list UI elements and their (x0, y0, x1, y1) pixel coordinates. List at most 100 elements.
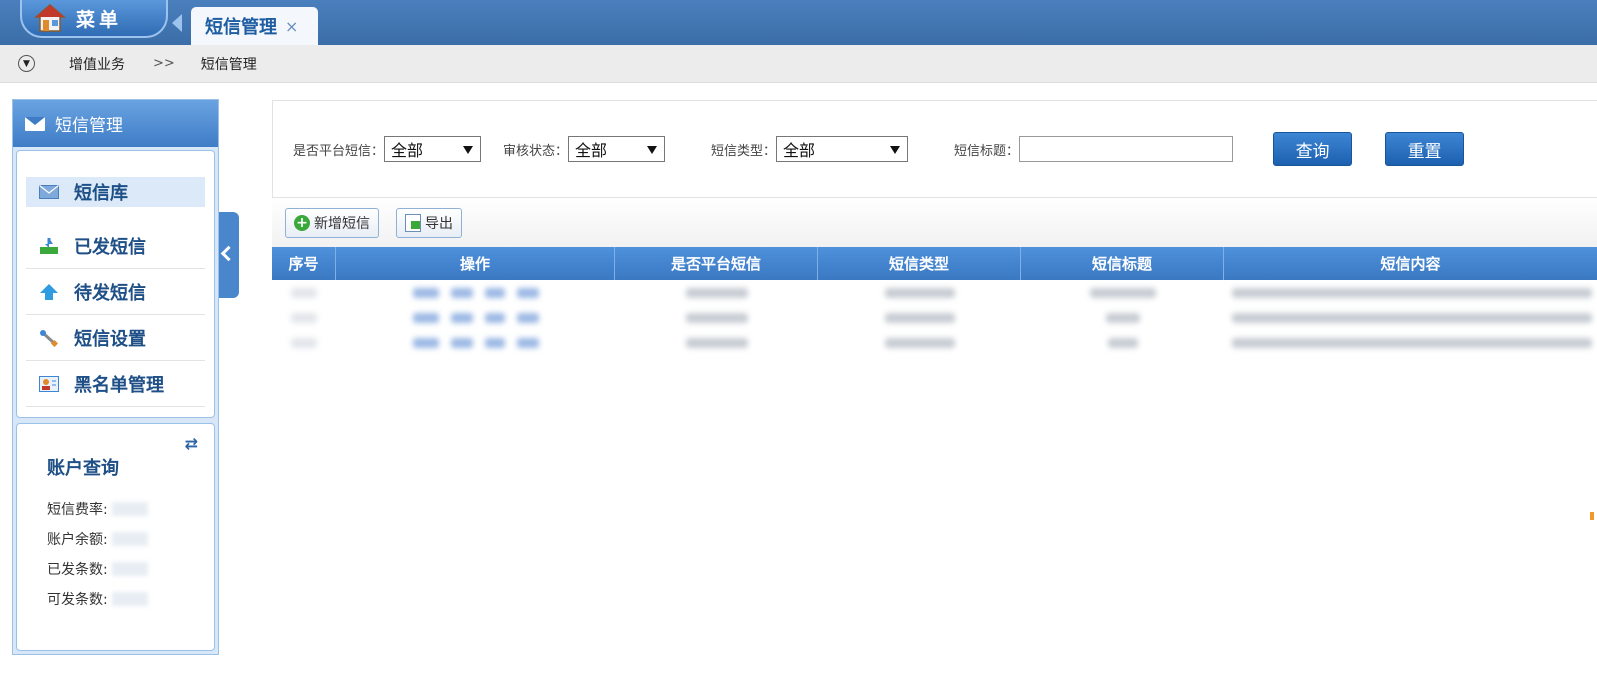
breadcrumb-separator: >> (153, 56, 175, 71)
table-row[interactable] (272, 305, 1597, 330)
redacted-cell (685, 287, 748, 298)
breadcrumb-toggle-icon[interactable]: ▼ (18, 55, 35, 72)
column-header-content[interactable]: 短信内容 (1224, 247, 1597, 280)
audit-filter-select[interactable]: 全部 (568, 136, 666, 162)
cell-platform (615, 280, 818, 305)
cell-content (1224, 305, 1597, 330)
redacted-link[interactable] (484, 287, 505, 298)
column-header-actions[interactable]: 操作 (336, 247, 615, 280)
column-header-type[interactable]: 短信类型 (818, 247, 1021, 280)
cell-title (1021, 305, 1224, 330)
column-header-platform[interactable]: 是否平台短信 (615, 247, 818, 280)
redacted-cell (1107, 337, 1138, 348)
tab-scroll-left-icon[interactable] (172, 14, 182, 32)
redacted-link[interactable] (450, 312, 473, 323)
sidebar-item-label: 黑名单管理 (74, 374, 164, 396)
home-icon (34, 4, 66, 32)
redacted-link[interactable] (484, 312, 505, 323)
redacted-cell (1232, 287, 1592, 298)
sidebar-collapse-handle[interactable] (219, 212, 239, 298)
cell-type (818, 305, 1021, 330)
tab-sms-management[interactable]: 短信管理 × (191, 7, 318, 45)
platform-filter-label: 是否平台短信： (293, 143, 385, 159)
column-header-index[interactable]: 序号 (272, 247, 336, 280)
redacted-link[interactable] (450, 337, 473, 348)
redacted-cell (1089, 287, 1156, 298)
redacted-value (111, 532, 148, 546)
sidebar-item-sent-sms[interactable]: 已发短信 (26, 223, 205, 269)
sidebar-item-blacklist[interactable]: 黑名单管理 (26, 361, 205, 407)
account-row-available-count: 可发条数: (47, 584, 214, 614)
export-button[interactable]: 导出 (396, 208, 462, 238)
add-sms-label: 新增短信 (314, 216, 370, 232)
redacted-cell (1105, 312, 1140, 323)
account-row-rate: 短信费率: (47, 494, 214, 524)
query-button[interactable]: 查询 (1273, 132, 1353, 166)
export-icon (405, 214, 421, 232)
cell-type (818, 330, 1021, 355)
envelope-icon (25, 116, 45, 131)
sidebar-nav: 短信库 已发短信 待发短信 短信设置 黑名单管理 (16, 150, 215, 418)
redacted-value (111, 562, 148, 576)
account-row-label: 可发条数: (47, 592, 108, 608)
account-query-title: 账户查询 (47, 458, 119, 479)
redacted-value (111, 502, 148, 516)
redacted-link[interactable] (412, 287, 439, 298)
platform-filter-select[interactable]: 全部 (384, 136, 482, 162)
cell-index (272, 305, 336, 330)
platform-filter-value: 全部 (391, 141, 424, 160)
main-menu-button[interactable]: 菜单 (20, 0, 168, 38)
refresh-icon[interactable]: ⇄ (185, 434, 198, 453)
table-row[interactable] (272, 330, 1597, 355)
redacted-cell (884, 312, 955, 323)
account-row-label: 短信费率: (47, 502, 108, 518)
add-sms-button[interactable]: + 新增短信 (285, 208, 379, 238)
redacted-cell (291, 337, 317, 348)
sidebar-header: 短信管理 (13, 100, 218, 147)
sms-grid: 序号 操作 是否平台短信 短信类型 短信标题 短信内容 (272, 247, 1597, 355)
redacted-link[interactable] (484, 337, 505, 348)
redacted-cell (685, 312, 748, 323)
audit-filter-label: 审核状态： (503, 143, 569, 159)
sidebar: 短信管理 短信库 已发短信 待发短信 短信设置 黑名单管理 ⇄ 账户查询 短信费… (12, 99, 219, 655)
reset-button[interactable]: 重置 (1385, 132, 1465, 166)
sidebar-item-sms-settings[interactable]: 短信设置 (26, 315, 205, 361)
breadcrumb-level2[interactable]: 短信管理 (201, 54, 257, 74)
redacted-cell (1232, 312, 1592, 323)
title-filter-label: 短信标题： (954, 143, 1020, 159)
grid-header: 序号 操作 是否平台短信 短信类型 短信标题 短信内容 (272, 247, 1597, 280)
redacted-link[interactable] (516, 337, 539, 348)
redacted-cell (884, 287, 955, 298)
title-filter-input[interactable] (1019, 136, 1234, 162)
breadcrumb-level1[interactable]: 增值业务 (69, 54, 125, 74)
account-query-panel: ⇄ 账户查询 短信费率: 账户余额: 已发条数: 可发条数: (16, 423, 215, 651)
redacted-link[interactable] (412, 337, 439, 348)
sidebar-item-label: 短信设置 (74, 328, 146, 350)
redacted-value (111, 592, 148, 606)
table-row[interactable] (272, 280, 1597, 305)
column-header-title[interactable]: 短信标题 (1021, 247, 1224, 280)
redacted-cell (884, 337, 955, 348)
sidebar-item-label: 已发短信 (74, 236, 146, 258)
redacted-link[interactable] (450, 287, 473, 298)
redacted-cell (685, 337, 748, 348)
tab-close-icon[interactable]: × (285, 17, 298, 36)
id-card-icon (38, 375, 60, 393)
sidebar-item-pending-sms[interactable]: 待发短信 (26, 269, 205, 315)
redacted-link[interactable] (516, 287, 539, 298)
redacted-link[interactable] (412, 312, 439, 323)
sidebar-item-sms-library[interactable]: 短信库 (26, 177, 205, 207)
dropdown-arrow-icon (890, 146, 901, 154)
envelope-icon (38, 183, 60, 201)
redacted-link[interactable] (516, 312, 539, 323)
dropdown-arrow-icon (463, 146, 474, 154)
plus-icon: + (294, 215, 310, 231)
export-label: 导出 (425, 216, 453, 232)
cell-content (1224, 280, 1597, 305)
type-filter-value: 全部 (783, 141, 816, 160)
type-filter-select[interactable]: 全部 (776, 136, 909, 162)
cell-platform (615, 330, 818, 355)
sidebar-item-label: 待发短信 (74, 282, 146, 304)
dropdown-arrow-icon (647, 146, 658, 154)
cell-title (1021, 330, 1224, 355)
